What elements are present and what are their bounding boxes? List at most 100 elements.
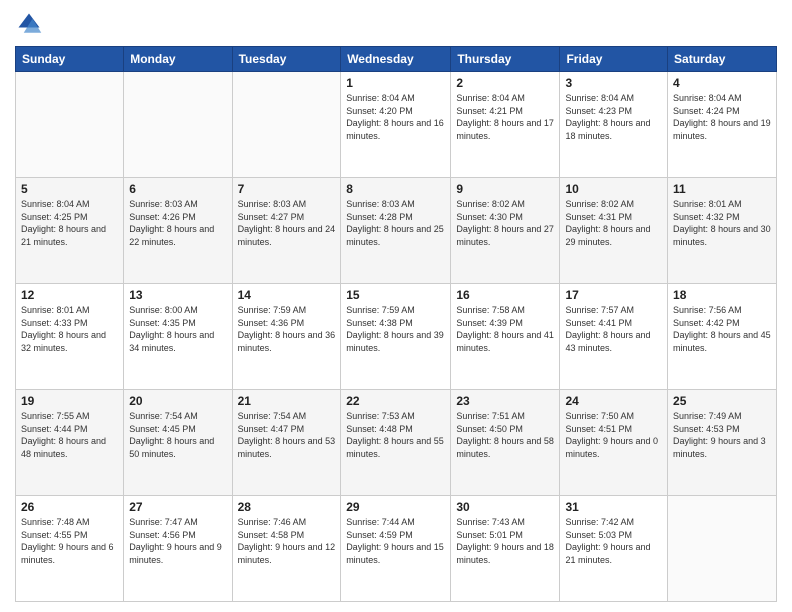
day-info: Sunrise: 7:57 AM Sunset: 4:41 PM Dayligh… [565, 304, 662, 354]
table-row: 2 Sunrise: 8:04 AM Sunset: 4:21 PM Daylig… [451, 72, 560, 178]
logo [15, 10, 47, 38]
day-info: Sunrise: 8:04 AM Sunset: 4:23 PM Dayligh… [565, 92, 662, 142]
day-info: Sunrise: 8:03 AM Sunset: 4:27 PM Dayligh… [238, 198, 336, 248]
table-row: 4Sunrise: 8:04 AM Sunset: 4:24 PM Daylig… [668, 72, 777, 178]
table-row: 23 Sunrise: 7:51 AM Sunset: 4:50 PM Dayli… [451, 390, 560, 496]
day-info: Sunrise: 7:54 AM Sunset: 4:45 PM Dayligh… [129, 410, 226, 460]
calendar-week-row: 19 Sunrise: 7:55 AM Sunset: 4:44 PM Dayli… [16, 390, 777, 496]
table-row [16, 72, 124, 178]
day-number: 12 [21, 288, 118, 302]
day-number: 23 [456, 394, 554, 408]
calendar-header-row: Sunday Monday Tuesday Wednesday Thursday… [16, 47, 777, 72]
col-friday: Friday [560, 47, 668, 72]
table-row: 8 Sunrise: 8:03 AM Sunset: 4:28 PM Daylig… [341, 178, 451, 284]
table-row: 30Sunrise: 7:43 AM Sunset: 5:01 PM Dayli… [451, 496, 560, 602]
day-number: 28 [238, 500, 336, 514]
day-number: 2 [456, 76, 554, 90]
day-number: 10 [565, 182, 662, 196]
table-row [124, 72, 232, 178]
table-row: 29 Sunrise: 7:44 AM Sunset: 4:59 PM Dayli… [341, 496, 451, 602]
day-info: Sunrise: 7:59 AM Sunset: 4:36 PM Dayligh… [238, 304, 336, 354]
table-row: 13 Sunrise: 8:00 AM Sunset: 4:35 PM Dayli… [124, 284, 232, 390]
day-info: Sunrise: 7:55 AM Sunset: 4:44 PM Dayligh… [21, 410, 118, 460]
table-row: 1 Sunrise: 8:04 AM Sunset: 4:20 PM Daylig… [341, 72, 451, 178]
col-monday: Monday [124, 47, 232, 72]
day-number: 17 [565, 288, 662, 302]
day-number: 13 [129, 288, 226, 302]
table-row [232, 72, 341, 178]
day-info: Sunrise: 8:01 AM Sunset: 4:33 PM Dayligh… [21, 304, 118, 354]
day-info: Sunrise: 8:01 AM Sunset: 4:32 PM Dayligh… [673, 198, 771, 248]
day-number: 24 [565, 394, 662, 408]
calendar-table: Sunday Monday Tuesday Wednesday Thursday… [15, 46, 777, 602]
day-info: Sunrise: 7:43 AM Sunset: 5:01 PM Dayligh… [456, 516, 554, 566]
col-wednesday: Wednesday [341, 47, 451, 72]
table-row: 25Sunrise: 7:49 AM Sunset: 4:53 PM Dayli… [668, 390, 777, 496]
day-info: Sunrise: 7:46 AM Sunset: 4:58 PM Dayligh… [238, 516, 336, 566]
calendar-week-row: 5 Sunrise: 8:04 AM Sunset: 4:25 PM Daylig… [16, 178, 777, 284]
calendar-week-row: 12 Sunrise: 8:01 AM Sunset: 4:33 PM Dayli… [16, 284, 777, 390]
table-row: 19 Sunrise: 7:55 AM Sunset: 4:44 PM Dayli… [16, 390, 124, 496]
table-row: 28 Sunrise: 7:46 AM Sunset: 4:58 PM Dayli… [232, 496, 341, 602]
table-row: 14 Sunrise: 7:59 AM Sunset: 4:36 PM Dayli… [232, 284, 341, 390]
day-number: 25 [673, 394, 771, 408]
table-row: 6Sunrise: 8:03 AM Sunset: 4:26 PM Daylig… [124, 178, 232, 284]
day-number: 26 [21, 500, 118, 514]
table-row: 11 Sunrise: 8:01 AM Sunset: 4:32 PM Dayli… [668, 178, 777, 284]
day-number: 11 [673, 182, 771, 196]
day-info: Sunrise: 7:44 AM Sunset: 4:59 PM Dayligh… [346, 516, 445, 566]
logo-icon [15, 10, 43, 38]
table-row: 12 Sunrise: 8:01 AM Sunset: 4:33 PM Dayli… [16, 284, 124, 390]
table-row: 21 Sunrise: 7:54 AM Sunset: 4:47 PM Dayli… [232, 390, 341, 496]
table-row: 17 Sunrise: 7:57 AM Sunset: 4:41 PM Dayli… [560, 284, 668, 390]
table-row: 24 Sunrise: 7:50 AM Sunset: 4:51 PM Dayli… [560, 390, 668, 496]
table-row: 7 Sunrise: 8:03 AM Sunset: 4:27 PM Daylig… [232, 178, 341, 284]
day-info: Sunrise: 7:53 AM Sunset: 4:48 PM Dayligh… [346, 410, 445, 460]
table-row: 20 Sunrise: 7:54 AM Sunset: 4:45 PM Dayli… [124, 390, 232, 496]
table-row: 16Sunrise: 7:58 AM Sunset: 4:39 PM Dayli… [451, 284, 560, 390]
day-number: 15 [346, 288, 445, 302]
table-row: 10 Sunrise: 8:02 AM Sunset: 4:31 PM Dayli… [560, 178, 668, 284]
table-row [668, 496, 777, 602]
day-info: Sunrise: 8:04 AM Sunset: 4:25 PM Dayligh… [21, 198, 118, 248]
day-info: Sunrise: 7:48 AM Sunset: 4:55 PM Dayligh… [21, 516, 118, 566]
table-row: 18 Sunrise: 7:56 AM Sunset: 4:42 PM Dayli… [668, 284, 777, 390]
day-info: Sunrise: 7:47 AM Sunset: 4:56 PM Dayligh… [129, 516, 226, 566]
day-number: 7 [238, 182, 336, 196]
day-number: 5 [21, 182, 118, 196]
day-number: 29 [346, 500, 445, 514]
col-thursday: Thursday [451, 47, 560, 72]
table-row: 31 Sunrise: 7:42 AM Sunset: 5:03 PM Dayli… [560, 496, 668, 602]
table-row: 5 Sunrise: 8:04 AM Sunset: 4:25 PM Daylig… [16, 178, 124, 284]
col-saturday: Saturday [668, 47, 777, 72]
day-info: Sunrise: 8:04 AM Sunset: 4:24 PM Dayligh… [673, 92, 771, 142]
day-info: Sunrise: 7:59 AM Sunset: 4:38 PM Dayligh… [346, 304, 445, 354]
calendar-page: Sunday Monday Tuesday Wednesday Thursday… [0, 0, 792, 612]
day-info: Sunrise: 7:51 AM Sunset: 4:50 PM Dayligh… [456, 410, 554, 460]
day-number: 19 [21, 394, 118, 408]
day-number: 22 [346, 394, 445, 408]
day-info: Sunrise: 8:00 AM Sunset: 4:35 PM Dayligh… [129, 304, 226, 354]
day-info: Sunrise: 8:04 AM Sunset: 4:20 PM Dayligh… [346, 92, 445, 142]
day-number: 3 [565, 76, 662, 90]
day-info: Sunrise: 8:03 AM Sunset: 4:28 PM Dayligh… [346, 198, 445, 248]
day-number: 31 [565, 500, 662, 514]
day-info: Sunrise: 7:42 AM Sunset: 5:03 PM Dayligh… [565, 516, 662, 566]
day-number: 9 [456, 182, 554, 196]
day-number: 21 [238, 394, 336, 408]
day-info: Sunrise: 7:50 AM Sunset: 4:51 PM Dayligh… [565, 410, 662, 460]
col-sunday: Sunday [16, 47, 124, 72]
table-row: 3 Sunrise: 8:04 AM Sunset: 4:23 PM Daylig… [560, 72, 668, 178]
day-number: 18 [673, 288, 771, 302]
day-number: 14 [238, 288, 336, 302]
day-info: Sunrise: 7:54 AM Sunset: 4:47 PM Dayligh… [238, 410, 336, 460]
day-number: 8 [346, 182, 445, 196]
day-info: Sunrise: 8:04 AM Sunset: 4:21 PM Dayligh… [456, 92, 554, 142]
table-row: 27Sunrise: 7:47 AM Sunset: 4:56 PM Dayli… [124, 496, 232, 602]
day-number: 1 [346, 76, 445, 90]
header [15, 10, 777, 38]
day-info: Sunrise: 7:56 AM Sunset: 4:42 PM Dayligh… [673, 304, 771, 354]
day-info: Sunrise: 8:02 AM Sunset: 4:30 PM Dayligh… [456, 198, 554, 248]
day-number: 20 [129, 394, 226, 408]
day-info: Sunrise: 8:02 AM Sunset: 4:31 PM Dayligh… [565, 198, 662, 248]
